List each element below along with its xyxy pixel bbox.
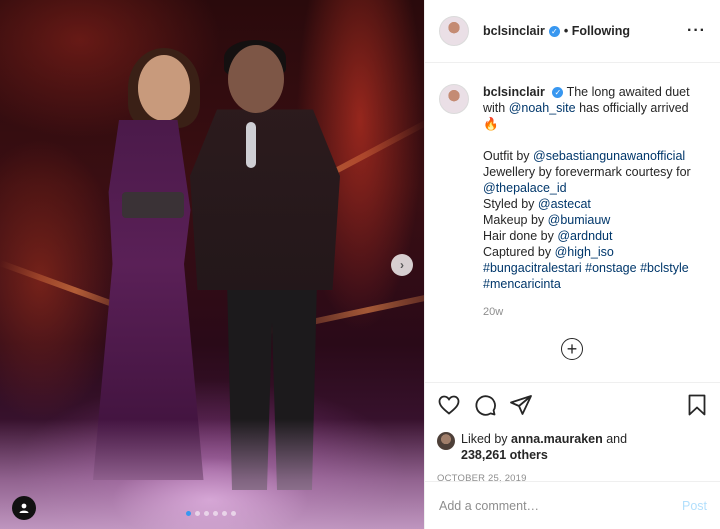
liker-username[interactable]: anna.mauraken: [511, 432, 603, 446]
load-more-comments-button[interactable]: +: [561, 338, 583, 360]
caption-author-avatar[interactable]: [439, 84, 469, 114]
likes-prefix: Liked by: [461, 432, 512, 446]
carousel-indicator: [186, 511, 236, 516]
caption-mention-link[interactable]: @bumiauw: [548, 213, 611, 227]
post-side-panel: bclsinclair ✓ • Following ··· bclsinclai…: [424, 0, 720, 529]
post-comment-button[interactable]: Post: [682, 499, 707, 513]
carousel-dot: [195, 511, 200, 516]
caption-text-segment: The long awaited duet: [566, 85, 690, 99]
caption-mention-link[interactable]: @high_iso: [555, 245, 614, 259]
woman-belt: [122, 192, 184, 218]
carousel-dot: [222, 511, 227, 516]
caption-text-segment: with: [483, 101, 509, 115]
caption-mention-link[interactable]: @sebastiangunawanofficial: [533, 149, 685, 163]
caption-mention-link[interactable]: @noah_site: [509, 101, 576, 115]
caption-text-segment: Styled by: [483, 197, 538, 211]
likes-middle: and: [602, 432, 628, 446]
user-tag-button[interactable]: [12, 496, 36, 520]
caption-area: bclsinclair ✓ The long awaited duet with…: [425, 64, 720, 382]
caption-mention-link[interactable]: @thepalace_id: [483, 181, 567, 195]
comment-box: Post: [425, 481, 720, 529]
verified-badge-icon: ✓: [552, 87, 564, 99]
post-time-ago[interactable]: 20w: [483, 304, 705, 320]
caption-text-segment: Captured by: [483, 245, 555, 259]
heart-icon[interactable]: [437, 393, 461, 417]
share-icon[interactable]: [509, 393, 533, 417]
caption-text-segment: has officially arrived: [575, 101, 689, 115]
liker-avatar[interactable]: [437, 432, 455, 450]
microphone: [246, 122, 256, 168]
author-username[interactable]: bclsinclair: [483, 24, 545, 38]
post-media[interactable]: ›: [0, 0, 424, 529]
caption-hashtag-link[interactable]: #bclstyle: [640, 261, 689, 275]
plus-circle-icon: +: [566, 339, 578, 359]
next-slide-button[interactable]: ›: [391, 254, 413, 276]
carousel-dot: [213, 511, 218, 516]
more-options-icon[interactable]: ···: [687, 22, 706, 40]
author-avatar[interactable]: [439, 16, 469, 46]
comment-input[interactable]: [439, 498, 682, 513]
caption-mention-link[interactable]: @ardndut: [557, 229, 612, 243]
likes-summary: Liked by anna.mauraken and 238,261 other…: [437, 431, 709, 463]
man-face: [228, 45, 284, 113]
caption-text: bclsinclair ✓ The long awaited duet with…: [483, 84, 705, 320]
caption-text-segment: Hair done by: [483, 229, 558, 243]
caption-text-segment: 🔥: [483, 117, 499, 131]
carousel-dot: [204, 511, 209, 516]
caption-username[interactable]: bclsinclair: [483, 85, 545, 99]
post-actions: Liked by anna.mauraken and 238,261 other…: [425, 382, 720, 484]
man-jacket: [190, 109, 340, 290]
caption-text-segment: Makeup by: [483, 213, 548, 227]
caption-hashtag-link[interactable]: #mencaricinta: [483, 277, 561, 291]
caption-hashtag-link[interactable]: #onstage: [585, 261, 636, 275]
caption-hashtag-link[interactable]: #bungacitralestari: [483, 261, 582, 275]
follow-status-label: Following: [571, 24, 631, 38]
likes-count[interactable]: 238,261 others: [461, 448, 548, 462]
chevron-right-icon: ›: [400, 258, 404, 272]
carousel-dot: [231, 511, 236, 516]
user-icon: [19, 503, 29, 513]
caption-mention-link[interactable]: @astecat: [538, 197, 591, 211]
caption-text-segment: Jewellery by forevermark courtesy for: [483, 165, 691, 179]
woman-face: [138, 55, 190, 121]
caption-text-segment: Outfit by: [483, 149, 534, 163]
verified-badge-icon: ✓: [548, 25, 560, 37]
carousel-dot: [186, 511, 191, 516]
comment-icon[interactable]: [473, 393, 497, 417]
bookmark-icon[interactable]: [685, 393, 709, 417]
post-header: bclsinclair ✓ • Following ···: [425, 0, 720, 63]
follow-status-button[interactable]: • Following: [564, 24, 630, 38]
